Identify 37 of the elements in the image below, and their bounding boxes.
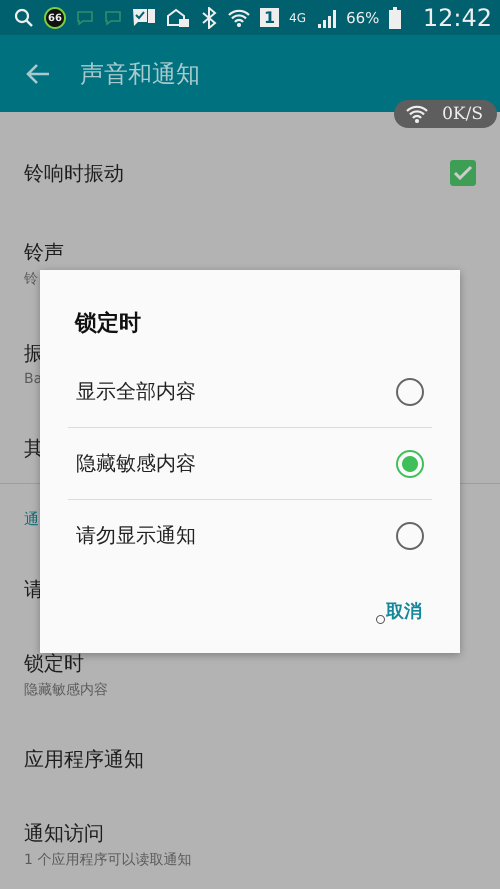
search-icon — [14, 8, 34, 28]
setting-title: 铃响时振动 — [24, 160, 124, 186]
radio-button[interactable] — [396, 378, 424, 406]
chat-icon — [76, 10, 94, 26]
setting-title: 铃声 — [24, 238, 64, 266]
dialog-title: 锁定时 — [75, 310, 142, 338]
section-header: 通 — [24, 510, 39, 528]
bluetooth-icon — [200, 6, 218, 28]
touch-indicator-icon — [376, 615, 385, 624]
back-arrow-icon[interactable] — [26, 62, 50, 84]
battery-percent: 66% — [346, 8, 380, 26]
radio-button[interactable] — [396, 522, 424, 550]
speed-text: 0K/S — [442, 104, 483, 124]
sim-card: 1 — [260, 8, 280, 27]
chat-icon — [104, 10, 122, 26]
setting-title: 锁定时 — [24, 650, 84, 676]
option-label[interactable]: 请勿显示通知 — [76, 522, 196, 549]
setting-subtitle: 隐藏敏感内容 — [24, 680, 108, 698]
setting-subtitle: 1 个应用程序可以读取通知 — [24, 850, 192, 868]
wifi-icon — [406, 105, 428, 123]
notification-badge: 66 — [44, 6, 66, 30]
message-check-icon — [132, 8, 156, 28]
signal-icon — [316, 8, 336, 28]
check-icon — [453, 165, 473, 181]
setting-title: 通知访问 — [24, 820, 104, 846]
clock: 12:42 — [422, 4, 492, 32]
wifi-icon — [228, 8, 250, 26]
option-label[interactable]: 显示全部内容 — [76, 378, 196, 405]
page-title: 声音和通知 — [80, 58, 200, 90]
setting-subtitle: 铃 — [24, 270, 38, 288]
battery-icon — [389, 6, 402, 28]
network-type: 4G — [289, 10, 306, 24]
checkbox[interactable] — [450, 160, 476, 186]
radio-button[interactable] — [396, 450, 424, 478]
option-label[interactable]: 隐藏敏感内容 — [76, 450, 196, 477]
setting-title: 应用程序通知 — [24, 746, 144, 772]
cancel-button[interactable]: 取消 — [382, 595, 426, 627]
